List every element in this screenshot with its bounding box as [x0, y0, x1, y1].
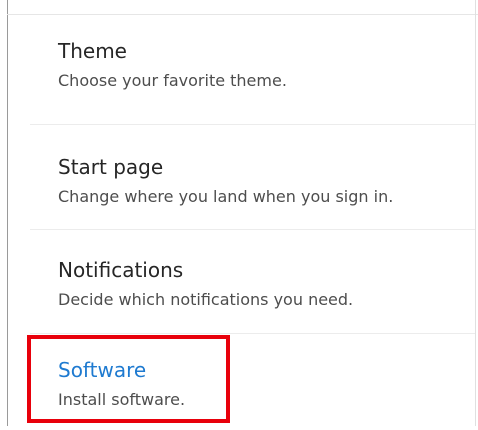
settings-list: Theme Choose your favorite theme. Start … — [8, 15, 475, 430]
panel-right-border — [475, 0, 476, 426]
settings-item-title: Theme — [58, 39, 127, 63]
settings-item-title: Start page — [58, 155, 164, 179]
settings-item-start-page[interactable]: Start page Change where you land when yo… — [8, 124, 475, 229]
settings-item-title[interactable]: Software — [58, 357, 475, 383]
settings-item-description: Change where you land when you sign in. — [58, 187, 394, 206]
settings-panel: Theme Choose your favorite theme. Start … — [0, 0, 478, 426]
settings-item-theme[interactable]: Theme Choose your favorite theme. — [8, 15, 475, 124]
settings-item-notifications[interactable]: Notifications Decide which notifications… — [8, 229, 475, 333]
settings-item-description: Choose your favorite theme. — [58, 71, 287, 90]
settings-item-description: Install software. — [58, 390, 186, 409]
settings-item-title: Notifications — [58, 258, 184, 282]
settings-item-description: Decide which notifications you need. — [58, 290, 354, 309]
settings-item-software[interactable]: Software Install software. — [8, 333, 475, 430]
